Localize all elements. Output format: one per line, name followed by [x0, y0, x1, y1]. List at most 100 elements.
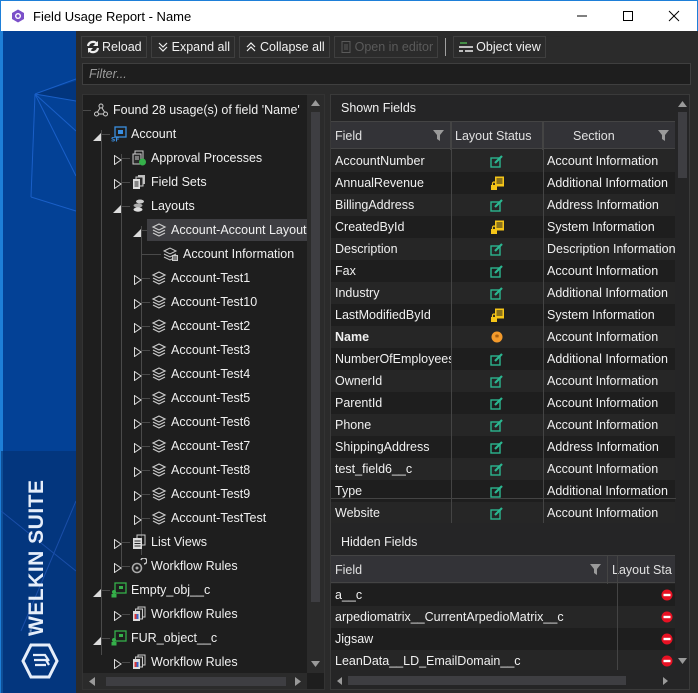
- expand-icon[interactable]: [114, 658, 122, 670]
- tree-node[interactable]: SF Account: [111, 123, 176, 145]
- tree-collapse-toggle[interactable]: [93, 634, 103, 645]
- tree-expand-toggle[interactable]: [114, 538, 124, 550]
- tree-horizontal-thumb[interactable]: [106, 677, 286, 686]
- tree-node[interactable]: Account-Test1: [151, 267, 250, 289]
- column-header-field[interactable]: Field: [331, 556, 609, 584]
- tree-expand-toggle[interactable]: [134, 466, 144, 478]
- expand-icon[interactable]: [114, 154, 122, 166]
- column-header-layout-status[interactable]: Layout Sta: [608, 556, 676, 584]
- tree-node[interactable]: Account-TestTest: [151, 507, 266, 529]
- open-in-editor-button[interactable]: Open in editor: [333, 36, 439, 58]
- tree-collapse-toggle[interactable]: [133, 226, 143, 237]
- expand-icon[interactable]: [134, 394, 142, 406]
- expand-icon[interactable]: [134, 370, 142, 382]
- shown-field-row[interactable]: Phone Account Information: [331, 414, 676, 436]
- expand-icon[interactable]: [134, 322, 142, 334]
- shown-field-row[interactable]: CreatedById System Information: [331, 216, 676, 238]
- tree-node[interactable]: List Views: [131, 531, 207, 553]
- scroll-left-icon[interactable]: [337, 677, 342, 685]
- tree-horizontal-scrollbar[interactable]: [83, 673, 307, 689]
- tree-node[interactable]: FUR_object__c: [111, 627, 217, 649]
- shown-field-row[interactable]: Industry Additional Information: [331, 282, 676, 304]
- reload-button[interactable]: Reload: [81, 36, 147, 58]
- shown-field-row[interactable]: ShippingAddress Address Information: [331, 436, 676, 458]
- tree-collapse-toggle[interactable]: [93, 130, 103, 141]
- scroll-down-icon[interactable]: [311, 661, 320, 667]
- tree-expand-toggle[interactable]: [134, 274, 144, 286]
- expand-icon[interactable]: [134, 490, 142, 502]
- collapse-icon[interactable]: [113, 205, 121, 213]
- expand-icon[interactable]: [134, 346, 142, 358]
- tree-node[interactable]: Account-Test2: [151, 315, 250, 337]
- tree-node[interactable]: Account-Test8: [151, 459, 250, 481]
- tree-expand-toggle[interactable]: [134, 490, 144, 502]
- shown-field-row[interactable]: test_field6__c Account Information: [331, 458, 676, 480]
- fields-vertical-thumb[interactable]: [678, 112, 687, 178]
- tree-expand-toggle[interactable]: [134, 514, 144, 526]
- tree-node[interactable]: Layouts: [131, 195, 195, 217]
- tree-expand-toggle[interactable]: [134, 322, 144, 334]
- filter-input[interactable]: Filter...: [82, 63, 691, 85]
- tree-node[interactable]: Account-Test9: [151, 483, 250, 505]
- tree-node[interactable]: Account-Test10: [151, 291, 257, 313]
- tree-node[interactable]: Account-Test7: [151, 435, 250, 457]
- tree-expand-toggle[interactable]: [114, 658, 124, 670]
- fields-vertical-scrollbar[interactable]: [675, 95, 689, 673]
- column-header-field[interactable]: Field: [331, 122, 451, 150]
- tree-expand-toggle[interactable]: [134, 346, 144, 358]
- scroll-up-icon[interactable]: [311, 100, 320, 106]
- tree-node[interactable]: Workflow Rules: [131, 651, 238, 673]
- shown-field-row[interactable]: ParentId Account Information: [331, 392, 676, 414]
- shown-field-row[interactable]: Website Account Information: [331, 502, 676, 523]
- collapse-icon[interactable]: [93, 637, 101, 645]
- object-view-button[interactable]: Object view: [453, 36, 546, 58]
- shown-field-row[interactable]: NumberOfEmployees Additional Information: [331, 348, 676, 370]
- expand-icon[interactable]: [134, 466, 142, 478]
- fields-horizontal-scrollbar[interactable]: [331, 673, 675, 689]
- maximize-button[interactable]: [605, 1, 651, 31]
- filter-icon[interactable]: [433, 130, 444, 141]
- tree-node[interactable]: Account Information: [163, 243, 294, 265]
- shown-field-row[interactable]: Description Description Information: [331, 238, 676, 260]
- fields-horizontal-thumb[interactable]: [348, 676, 626, 685]
- column-header-layout-status[interactable]: Layout Status: [451, 122, 543, 150]
- scroll-right-icon[interactable]: [295, 677, 301, 686]
- shown-field-row[interactable]: Fax Account Information: [331, 260, 676, 282]
- tree-node[interactable]: Workflow Rules: [131, 603, 238, 625]
- tree-node[interactable]: Workflow Rules: [131, 555, 238, 577]
- tree-expand-toggle[interactable]: [134, 418, 144, 430]
- tree-collapse-toggle[interactable]: [113, 202, 123, 213]
- shown-field-row[interactable]: Name * Account Information: [331, 326, 676, 348]
- tree-expand-toggle[interactable]: [134, 370, 144, 382]
- expand-icon[interactable]: [114, 538, 122, 550]
- tree-expand-toggle[interactable]: [114, 610, 124, 622]
- tree-node[interactable]: Field Sets: [131, 171, 207, 193]
- expand-icon[interactable]: [134, 418, 142, 430]
- shown-field-row[interactable]: BillingAddress Address Information: [331, 194, 676, 216]
- tree-collapse-toggle[interactable]: [93, 586, 103, 597]
- tree-node[interactable]: Account-Test6: [151, 411, 250, 433]
- tree-node[interactable]: Account-Test5: [151, 387, 250, 409]
- shown-field-row[interactable]: AnnualRevenue Additional Information: [331, 172, 676, 194]
- scroll-up-icon[interactable]: [678, 101, 687, 107]
- tree-root[interactable]: Found 28 usage(s) of field 'Name': [93, 99, 300, 121]
- expand-icon[interactable]: [134, 514, 142, 526]
- hidden-field-row[interactable]: Jigsaw: [331, 628, 676, 650]
- tree-node[interactable]: Approval Processes: [131, 147, 262, 169]
- scroll-left-icon[interactable]: [89, 677, 95, 686]
- tree-node[interactable]: Empty_obj__c: [111, 579, 210, 601]
- expand-icon[interactable]: [134, 274, 142, 286]
- expand-icon[interactable]: [114, 562, 122, 574]
- shown-field-row[interactable]: LastModifiedById System Information: [331, 304, 676, 326]
- tree-expand-toggle[interactable]: [114, 178, 124, 190]
- filter-icon[interactable]: [590, 564, 602, 575]
- scroll-down-icon[interactable]: [678, 658, 687, 664]
- collapse-all-button[interactable]: Collapse all: [239, 36, 330, 58]
- expand-icon[interactable]: [134, 442, 142, 454]
- shown-field-row[interactable]: AccountNumber Account Information: [331, 150, 676, 172]
- collapse-icon[interactable]: [93, 133, 101, 141]
- tree-vertical-thumb[interactable]: [311, 112, 320, 602]
- filter-icon[interactable]: [658, 130, 669, 141]
- tree-expand-toggle[interactable]: [134, 298, 144, 310]
- expand-all-button[interactable]: Expand all: [150, 36, 235, 58]
